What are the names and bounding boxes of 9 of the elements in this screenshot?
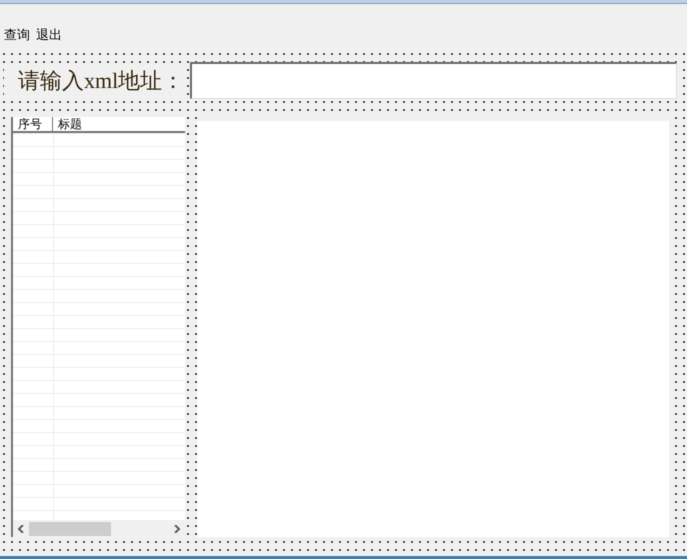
column-header[interactable]: 标题: [53, 117, 185, 131]
scroll-right-icon[interactable]: [173, 524, 181, 532]
scrollbar-thumb[interactable]: [29, 522, 111, 536]
menu-item[interactable]: 退出: [36, 24, 62, 44]
column-header[interactable]: 序号: [13, 117, 53, 131]
list-view[interactable]: 序号 标题: [11, 117, 185, 537]
menu-item[interactable]: 查询: [4, 24, 30, 44]
address-input[interactable]: [190, 62, 677, 98]
scroll-left-icon[interactable]: [17, 524, 25, 532]
